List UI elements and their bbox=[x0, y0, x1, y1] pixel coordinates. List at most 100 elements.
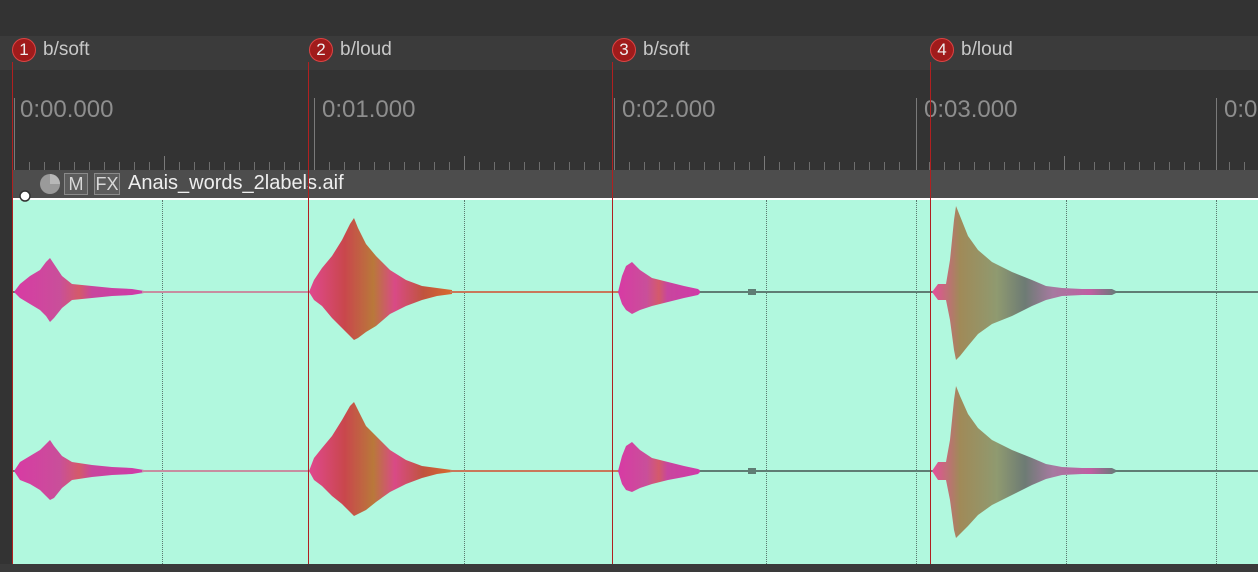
ruler-major-tick bbox=[14, 98, 15, 170]
ruler-minor-tick bbox=[554, 162, 555, 170]
ruler-minor-tick bbox=[1139, 162, 1140, 170]
ruler-minor-tick bbox=[1154, 162, 1155, 170]
marker-number[interactable]: 2 bbox=[309, 38, 333, 62]
waveform-word-1 bbox=[14, 440, 144, 500]
mute-button[interactable]: M bbox=[64, 173, 88, 195]
marker-number[interactable]: 4 bbox=[930, 38, 954, 62]
ruler-minor-tick bbox=[269, 162, 270, 170]
ruler-minor-tick bbox=[44, 162, 45, 170]
ruler-minor-tick bbox=[419, 162, 420, 170]
item-filename: Anais_words_2labels.aif bbox=[128, 172, 344, 194]
ruler-minor-tick bbox=[674, 162, 675, 170]
ruler-minor-tick bbox=[209, 162, 210, 170]
waveform-word-3 bbox=[618, 442, 700, 492]
ruler-minor-tick bbox=[494, 162, 495, 170]
ruler-minor-tick bbox=[794, 162, 795, 170]
ruler-major-tick bbox=[1216, 98, 1217, 170]
ruler-minor-tick bbox=[1049, 162, 1050, 170]
ruler-minor-tick bbox=[959, 162, 960, 170]
ruler-minor-tick bbox=[899, 162, 900, 170]
ruler-major-tick bbox=[916, 98, 917, 170]
marker-line bbox=[12, 62, 13, 564]
ruler-minor-tick bbox=[884, 162, 885, 170]
ruler-major-tick bbox=[314, 98, 315, 170]
ruler-minor-tick bbox=[974, 162, 975, 170]
marker-number[interactable]: 1 bbox=[12, 38, 36, 62]
bottom-scroll-strip[interactable] bbox=[0, 564, 1258, 572]
ruler-minor-tick bbox=[434, 162, 435, 170]
ruler-time-label: 0:0 bbox=[1224, 96, 1258, 123]
marker-bar: 1 b/soft 2 b/loud 3 b/soft 4 b/loud bbox=[0, 36, 1258, 70]
ruler-minor-tick bbox=[374, 162, 375, 170]
ruler-minor-tick bbox=[239, 162, 240, 170]
marker-number[interactable]: 3 bbox=[612, 38, 636, 62]
waveform-word-2 bbox=[309, 218, 452, 340]
ruler-minor-tick bbox=[944, 162, 945, 170]
ruler-minor-tick bbox=[539, 162, 540, 170]
marker-line bbox=[308, 62, 309, 564]
waveform-word-1 bbox=[14, 258, 144, 322]
ruler-time-label: 0:03.000 bbox=[924, 96, 1018, 123]
ruler-minor-tick bbox=[89, 162, 90, 170]
ruler-minor-tick bbox=[1034, 162, 1035, 170]
ruler-minor-tick bbox=[644, 162, 645, 170]
fx-button[interactable]: FX bbox=[94, 173, 120, 195]
ruler-minor-tick bbox=[449, 162, 450, 170]
ruler-minor-tick bbox=[404, 162, 405, 170]
ruler-minor-tick bbox=[524, 162, 525, 170]
ruler-minor-tick bbox=[869, 162, 870, 170]
waveform-display bbox=[12, 206, 1258, 538]
ruler-minor-tick bbox=[479, 162, 480, 170]
ruler-minor-tick bbox=[1109, 162, 1110, 170]
ruler-minor-tick bbox=[1244, 162, 1245, 170]
ruler-minor-tick bbox=[284, 162, 285, 170]
ruler-minor-tick bbox=[1064, 156, 1065, 170]
ruler-minor-tick bbox=[254, 162, 255, 170]
timeline-ruler[interactable]: 0:00.000 0:01.000 0:02.000 0:03.000 0:0 bbox=[0, 70, 1258, 170]
ruler-minor-tick bbox=[824, 162, 825, 170]
ruler-minor-tick bbox=[74, 162, 75, 170]
ruler-minor-tick bbox=[1199, 162, 1200, 170]
ruler-minor-tick bbox=[989, 162, 990, 170]
marker-line bbox=[930, 62, 931, 564]
ruler-time-label: 0:00.000 bbox=[20, 96, 114, 123]
ruler-minor-tick bbox=[509, 162, 510, 170]
ruler-minor-tick bbox=[1169, 162, 1170, 170]
volume-knob-icon[interactable] bbox=[38, 172, 62, 196]
ruler-minor-tick bbox=[584, 162, 585, 170]
ruler-minor-tick bbox=[299, 162, 300, 170]
ruler-minor-tick bbox=[164, 156, 165, 170]
ruler-minor-tick bbox=[359, 162, 360, 170]
ruler-minor-tick bbox=[179, 162, 180, 170]
marker-label: b/loud bbox=[340, 39, 392, 60]
marker-line bbox=[612, 62, 613, 564]
ruler-minor-tick bbox=[1184, 162, 1185, 170]
ruler-minor-tick bbox=[104, 162, 105, 170]
ruler-minor-tick bbox=[629, 162, 630, 170]
media-item-header[interactable]: M FX Anais_words_2labels.aif bbox=[12, 170, 1258, 198]
ruler-minor-tick bbox=[59, 162, 60, 170]
ruler-minor-tick bbox=[29, 162, 30, 170]
waveform-word-4 bbox=[932, 386, 1118, 538]
ruler-minor-tick bbox=[689, 162, 690, 170]
ruler-minor-tick bbox=[704, 162, 705, 170]
ruler-minor-tick bbox=[194, 162, 195, 170]
ruler-minor-tick bbox=[854, 162, 855, 170]
marker-label: b/loud bbox=[961, 39, 1013, 60]
ruler-minor-tick bbox=[329, 162, 330, 170]
fade-in-handle-icon[interactable] bbox=[18, 189, 32, 203]
ruler-minor-tick bbox=[734, 162, 735, 170]
ruler-minor-tick bbox=[464, 156, 465, 170]
ruler-minor-tick bbox=[1079, 162, 1080, 170]
ruler-minor-tick bbox=[569, 162, 570, 170]
ruler-minor-tick bbox=[134, 162, 135, 170]
ruler-minor-tick bbox=[659, 162, 660, 170]
ruler-minor-tick bbox=[599, 162, 600, 170]
ruler-minor-tick bbox=[344, 162, 345, 170]
marker-label: b/soft bbox=[43, 39, 90, 60]
ruler-minor-tick bbox=[389, 162, 390, 170]
waveform-word-4 bbox=[932, 206, 1118, 360]
ruler-minor-tick bbox=[839, 162, 840, 170]
ruler-time-label: 0:02.000 bbox=[622, 96, 716, 123]
ruler-time-label: 0:01.000 bbox=[322, 96, 416, 123]
